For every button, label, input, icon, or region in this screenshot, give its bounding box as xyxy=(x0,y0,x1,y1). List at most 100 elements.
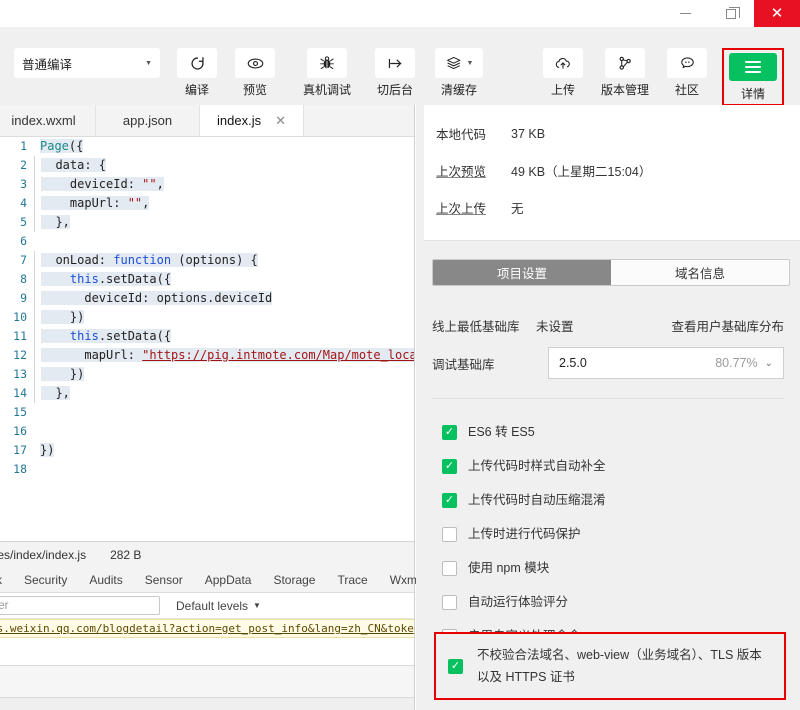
checkbox-icon[interactable]: ✓ xyxy=(442,492,457,508)
checkbox-row-code-protection[interactable]: 上传时进行代码保护 xyxy=(442,517,784,551)
toolbar-button-clear-cache[interactable]: ▼ 清缓存 xyxy=(432,48,486,98)
min-baselib-label: 线上最低基础库 xyxy=(432,319,520,334)
toolbar-button-remote-debug[interactable]: 真机调试 xyxy=(296,48,358,98)
detail-button[interactable] xyxy=(729,53,777,81)
checkbox-row-auto-experience-score[interactable]: 自动运行体验评分 xyxy=(442,585,784,619)
eye-icon xyxy=(235,48,275,78)
line-number: 10 xyxy=(13,310,27,324)
console-filter-input[interactable]: ter xyxy=(0,596,160,615)
detail-tabstrip: 项目设置 域名信息 xyxy=(432,259,790,286)
close-button[interactable]: ✕ xyxy=(754,0,800,27)
devtools-tab-label: Trace xyxy=(337,572,368,587)
console-footer-lower xyxy=(0,698,414,710)
line-number: 5 xyxy=(20,215,27,229)
tls-option-highlight: ✓ 不校验合法域名、web-view（业务域名）、TLS 版本以及 HTTPS … xyxy=(434,632,786,700)
info-value: 49 KB（上星期二15:04） xyxy=(511,165,652,179)
toolbar-button-preview[interactable]: 预览 xyxy=(228,48,282,98)
editor-tabstrip: index.wxml app.json index.js ✕ xyxy=(0,105,414,137)
code-row: 11 this.setData({ xyxy=(0,327,414,346)
checkbox-icon[interactable] xyxy=(442,594,457,610)
checkbox-row-minify-on-upload[interactable]: ✓ 上传代码时自动压缩混淆 xyxy=(442,483,784,517)
devtools-tab-trace[interactable]: Trace xyxy=(326,568,378,593)
compile-mode-select[interactable]: 普通编译 ▼ xyxy=(14,48,160,78)
info-key: 本地代码 xyxy=(436,128,487,142)
maximize-button[interactable] xyxy=(708,0,754,27)
devtools-tab-label: AppData xyxy=(204,572,252,587)
toolbar-label-preview: 预览 xyxy=(242,83,267,97)
view-baselib-distribution-link[interactable]: 查看用户基础库分布 xyxy=(671,316,784,335)
arrow-to-right-icon xyxy=(375,48,415,78)
baselib-section: 线上最低基础库 未设置 查看用户基础库分布 调试基础库 2.5.0 80.77%… xyxy=(416,286,800,399)
main-toolbar: 普通编译 ▼ 编译 预览 真机调试 切后台 ▼ 清缓存 上传 版本管理 社区 详… xyxy=(0,27,800,106)
devtools-tab-storage[interactable]: Storage xyxy=(262,568,326,593)
checkbox-icon[interactable]: ✓ xyxy=(442,424,457,440)
toolbar-button-compile[interactable]: 编译 xyxy=(170,48,224,98)
console-levels-select[interactable]: Default levels ▼ xyxy=(176,599,261,613)
console-warning-row[interactable]: rs.weixin.qq.com/blogdetail?action=get_p… xyxy=(0,619,414,638)
line-number: 13 xyxy=(13,367,27,381)
chat-bubble-icon xyxy=(667,48,707,78)
toolbar-button-version-control[interactable]: 版本管理 xyxy=(594,48,656,98)
project-info-block: 本地代码 37 KB 上次预览 49 KB（上星期二15:04） 上次上传 无 xyxy=(424,105,800,241)
editor-tab-label: app.json xyxy=(122,113,173,128)
minimize-button[interactable] xyxy=(662,0,708,27)
devtools-tab-sensor[interactable]: Sensor xyxy=(134,568,194,593)
line-number: 3 xyxy=(20,177,27,191)
detail-tab-domain-info[interactable]: 域名信息 xyxy=(611,260,789,285)
code-row: 12 mapUrl: "https://pig.intmote.com/Map/… xyxy=(0,346,414,365)
line-number: 14 xyxy=(13,386,27,400)
detail-tab-label: 域名信息 xyxy=(674,267,725,281)
debug-baselib-percent: 80.77% xyxy=(715,356,758,370)
toolbar-label-remote-debug: 真机调试 xyxy=(302,83,351,97)
checkbox-icon[interactable]: ✓ xyxy=(442,458,457,474)
devtools-filter-bar: ter Default levels ▼ xyxy=(0,593,414,619)
line-number: 4 xyxy=(20,196,27,210)
close-icon: ✕ xyxy=(770,4,784,22)
toolbar-label-version-control: 版本管理 xyxy=(600,83,649,97)
git-branch-icon xyxy=(605,48,645,78)
devtools-tab-appdata[interactable]: AppData xyxy=(194,568,263,593)
minimize-icon xyxy=(679,13,691,14)
chevron-down-icon: ▼ xyxy=(253,601,261,610)
debug-baselib-label: 调试基础库 xyxy=(432,357,495,372)
toolbar-label-community: 社区 xyxy=(674,83,699,97)
tab-close-icon[interactable]: ✕ xyxy=(275,113,286,129)
hamburger-menu-icon xyxy=(745,59,761,75)
code-row: 18 xyxy=(0,460,414,479)
devtools-tab-label: Security xyxy=(24,572,68,587)
checkbox-icon[interactable] xyxy=(442,560,457,576)
min-baselib-value: 未设置 xyxy=(536,319,574,334)
checkbox-label: 自动运行体验评分 xyxy=(468,595,569,609)
toolbar-button-upload[interactable]: 上传 xyxy=(536,48,590,98)
editor-tab-app-json[interactable]: app.json xyxy=(96,105,200,136)
editor-tab-index-wxml[interactable]: index.wxml xyxy=(0,105,96,136)
check-tick-icon: ✓ xyxy=(444,493,455,506)
editor-tabstrip-filler xyxy=(304,105,414,136)
code-row: 3 deviceId: "", xyxy=(0,175,414,194)
toolbar-button-background[interactable]: 切后台 xyxy=(368,48,422,98)
line-number: 15 xyxy=(13,405,27,419)
checkbox-row-es6-to-es5[interactable]: ✓ ES6 转 ES5 xyxy=(442,415,784,449)
devtools-tab-network[interactable]: rk xyxy=(0,568,13,593)
devtools-tab-audits[interactable]: Audits xyxy=(78,568,133,593)
toolbar-button-community[interactable]: 社区 xyxy=(660,48,714,98)
devtools-tab-security[interactable]: Security xyxy=(13,568,78,593)
info-row-last-preview: 上次预览 49 KB（上星期二15:04） xyxy=(424,152,800,189)
info-key: 上次上传 xyxy=(436,202,487,216)
checkbox-row-style-autocomplete[interactable]: ✓ 上传代码时样式自动补全 xyxy=(442,449,784,483)
code-row: 14 }, xyxy=(0,384,414,403)
code-row: 8 this.setData({ xyxy=(0,270,414,289)
detail-tab-project-settings[interactable]: 项目设置 xyxy=(433,260,611,285)
line-number: 7 xyxy=(20,253,27,267)
checkbox-label: 上传代码时自动压缩混淆 xyxy=(468,493,606,507)
code-editor[interactable]: 1 Page({ 2 data: { 3 deviceId: "", 4 mapU… xyxy=(0,137,414,541)
editor-tab-index-js[interactable]: index.js ✕ xyxy=(200,105,304,136)
checkbox-icon[interactable] xyxy=(442,526,457,542)
code-row: 9 deviceId: options.deviceId xyxy=(0,289,414,308)
bug-icon xyxy=(307,48,347,78)
debug-baselib-select[interactable]: 2.5.0 80.77% ⌄ xyxy=(548,347,784,379)
debug-baselib-row: 调试基础库 2.5.0 80.77% ⌄ xyxy=(432,342,784,384)
checkbox-icon[interactable]: ✓ xyxy=(448,658,463,674)
devtools-tab-label: Sensor xyxy=(144,572,183,587)
checkbox-row-use-npm[interactable]: 使用 npm 模块 xyxy=(442,551,784,585)
